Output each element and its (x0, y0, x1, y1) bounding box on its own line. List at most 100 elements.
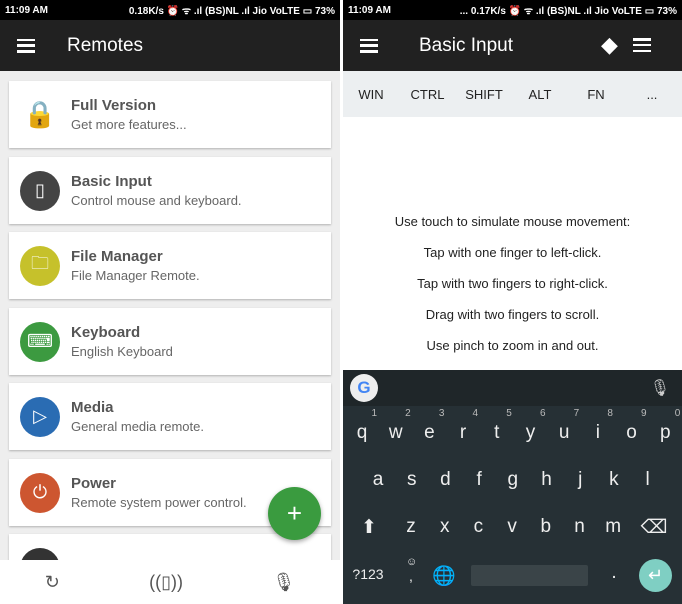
key-i[interactable]: i8 (583, 408, 613, 444)
emoji-icon: ☺ (406, 556, 418, 568)
modifier-more[interactable]: ... (624, 87, 680, 102)
instruction-line: Use touch to simulate mouse movement: (394, 214, 631, 229)
key-d[interactable]: d (430, 469, 460, 491)
space-bar[interactable] (471, 565, 588, 586)
key-n[interactable]: n (565, 516, 595, 538)
key-c[interactable]: c (463, 516, 493, 538)
key-label: z (406, 516, 416, 537)
key-label: s (406, 469, 417, 490)
key-label: f (476, 469, 482, 490)
menu-icon[interactable] (360, 38, 378, 53)
remotes-screen: 11:09 AM 0.18K/s ⏰ ᯤ .ıl (BS)NL .ıl Jio … (0, 0, 340, 604)
overflow-menu-icon[interactable] (633, 38, 651, 52)
key-label: a (372, 469, 384, 490)
remote-item-basic-input[interactable]: ▯ Basic Input Control mouse and keyboard. (9, 157, 331, 224)
backspace-key[interactable]: ⌫ (639, 516, 669, 539)
key-k[interactable]: k (599, 469, 629, 491)
key-label: b (540, 516, 552, 537)
key-b[interactable]: b (531, 516, 561, 538)
key-label: r (459, 422, 467, 443)
shift-key[interactable]: ⬆ (354, 516, 384, 539)
status-bar: 11:09 AM 0.18K/s ⏰ ᯤ .ıl (BS)NL .ıl Jio … (0, 0, 340, 20)
item-subtitle: English Keyboard (71, 344, 173, 359)
key-z[interactable]: z (396, 516, 426, 538)
enter-key[interactable]: ↵ (639, 559, 672, 592)
key-h[interactable]: h (532, 469, 562, 491)
key-label: h (541, 469, 552, 490)
mouse-icon: ▯ (20, 170, 60, 211)
instruction-line: Drag with two fingers to scroll. (425, 307, 600, 322)
key-label: q (356, 422, 368, 443)
microphone-icon[interactable]: 🎙 (272, 572, 295, 593)
key-label: l (645, 469, 650, 490)
key-l[interactable]: l (633, 469, 663, 491)
key-o[interactable]: o9 (617, 408, 646, 444)
key-g[interactable]: g (498, 469, 528, 491)
remote-item-keyboard[interactable]: ⌨ Keyboard English Keyboard (9, 308, 331, 375)
remote-item-full-version[interactable]: 🔒 Full Version Get more features... (9, 81, 331, 148)
instructions[interactable]: Use touch to simulate mouse movement: Tap… (343, 214, 682, 369)
key-label: d (440, 469, 451, 490)
globe-icon: 🌐 (432, 566, 456, 587)
key-label: n (574, 516, 585, 537)
key-a[interactable]: a (363, 469, 393, 491)
key-w[interactable]: w2 (381, 408, 411, 444)
key-m[interactable]: m (598, 516, 628, 538)
key-u[interactable]: u7 (549, 408, 579, 444)
add-remote-button[interactable]: + (268, 487, 321, 540)
vibrate-phone-icon[interactable]: ((▯)) (149, 572, 183, 593)
microphone-icon[interactable]: 🎙 (650, 378, 670, 398)
remote-item-media[interactable]: ▷ Media General media remote. (9, 383, 331, 450)
key-e[interactable]: e3 (414, 408, 444, 444)
key-y[interactable]: y6 (516, 408, 546, 444)
modifier-alt[interactable]: ALT (512, 87, 568, 102)
battery: 73% (656, 6, 677, 17)
modifier-shift[interactable]: SHIFT (456, 87, 512, 102)
key-q[interactable]: q1 (347, 408, 377, 444)
modifier-ctrl[interactable]: CTRL (399, 87, 456, 102)
key-p[interactable]: p0 (650, 408, 680, 444)
modifier-win[interactable]: WIN (343, 87, 399, 102)
modifier-fn[interactable]: FN (568, 87, 624, 102)
notif-dots: ... (459, 6, 469, 17)
key-label: p (660, 422, 671, 443)
carrier: (BS)NL (204, 6, 239, 17)
key-label: w (388, 422, 403, 443)
suggestion-strip: G 🎙 (343, 370, 682, 406)
carrier2: Jio VoLTE (594, 6, 642, 17)
carrier2: Jio VoLTE (252, 6, 300, 17)
key-hint: 8 (607, 408, 613, 419)
net-speed: 0.17K/s (470, 6, 506, 17)
key-s[interactable]: s (397, 469, 427, 491)
key-x[interactable]: x (430, 516, 460, 538)
language-key[interactable]: 🌐 (429, 564, 459, 588)
key-j[interactable]: j (565, 469, 595, 491)
comma-key[interactable]: , ☺ (396, 556, 426, 584)
key-label: . (611, 562, 617, 583)
key-label: v (507, 516, 517, 537)
enter-icon: ↵ (647, 565, 664, 585)
key-hint: 1 (371, 408, 377, 419)
google-icon[interactable]: G (350, 374, 378, 402)
key-label: , (409, 568, 413, 584)
layers-icon[interactable]: ◆ (601, 32, 618, 58)
key-f[interactable]: f (464, 469, 494, 491)
key-r[interactable]: r4 (448, 408, 478, 444)
item-title: Media (71, 399, 114, 416)
symbols-key[interactable]: ?123 (348, 566, 388, 582)
remote-item-file-manager[interactable]: 🗀 File Manager File Manager Remote. (9, 232, 331, 299)
key-label: u (558, 422, 570, 443)
key-t[interactable]: t5 (482, 408, 512, 444)
item-title: Power (71, 475, 117, 492)
status-indicators: ... 0.17K/s ⏰ ᯤ .ıl (BS)NL .ıl Jio VoLTE… (459, 6, 677, 17)
key-label: x (439, 516, 450, 537)
refresh-icon[interactable]: ↻ (45, 572, 60, 593)
key-hint: 4 (472, 408, 479, 419)
power-icon: ⏻ (20, 472, 60, 513)
bottom-bar: ↻ ((▯)) 🎙 (0, 560, 340, 604)
status-indicators: 0.18K/s ⏰ ᯤ .ıl (BS)NL .ıl Jio VoLTE ▭ 7… (128, 6, 335, 17)
period-key[interactable]: . (599, 562, 629, 584)
toolbar: Remotes (0, 20, 340, 71)
menu-icon[interactable] (17, 38, 35, 53)
key-v[interactable]: v (497, 516, 527, 538)
